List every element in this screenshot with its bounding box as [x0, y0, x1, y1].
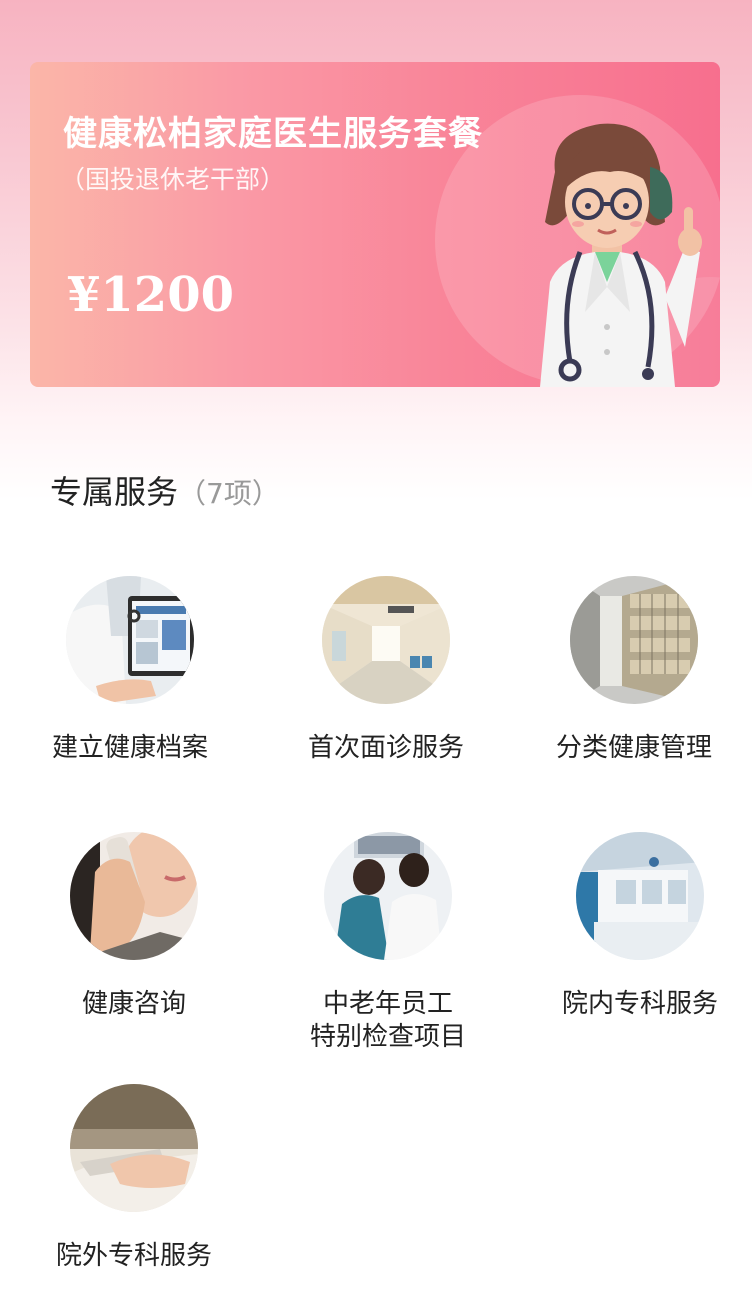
service-item-first-consultation[interactable]: 首次面诊服务: [276, 576, 496, 765]
doctors-xray-photo: [324, 832, 452, 960]
service-label: 分类健康管理: [555, 733, 712, 763]
service-label: 中老年员工 特别检查项目: [278, 988, 498, 1054]
service-label: 院外专科服务: [55, 1241, 212, 1271]
service-item-special-checkup[interactable]: 中老年员工 特别检查项目: [278, 832, 498, 1054]
service-label-line-2: 特别检查项目: [309, 1022, 466, 1052]
service-label: 健康咨询: [81, 989, 186, 1019]
phone-call-photo: [70, 832, 198, 960]
doctor-illustration: [540, 123, 702, 387]
package-title: 健康松柏家庭医生服务套餐: [63, 114, 483, 154]
records-shelves-photo: [570, 576, 698, 704]
section-count: （7项）: [178, 477, 280, 510]
smartphone-hand-photo: [70, 1084, 198, 1212]
service-item-classified-management[interactable]: 分类健康管理: [524, 576, 744, 765]
doctor-tablet-photo: [66, 576, 194, 704]
section-heading: 专属服务（7项）: [50, 467, 280, 513]
service-item-in-hospital-specialist[interactable]: 院内专科服务: [530, 832, 750, 1021]
package-subtitle: （国投退休老干部）: [60, 165, 286, 194]
service-item-external-specialist[interactable]: 院外专科服务: [24, 1084, 244, 1273]
package-price: ¥1200: [67, 267, 234, 323]
service-label-line-1: 中老年员工: [322, 989, 453, 1019]
package-banner[interactable]: 健康松柏家庭医生服务套餐 （国投退休老干部） ¥1200: [30, 62, 720, 387]
section-title: 专属服务: [50, 473, 179, 511]
hospital-reception-photo: [576, 832, 704, 960]
service-item-health-records[interactable]: 建立健康档案: [20, 576, 240, 765]
service-item-health-consultation[interactable]: 健康咨询: [24, 832, 244, 1021]
hospital-corridor-photo: [322, 576, 450, 704]
service-label: 建立健康档案: [51, 733, 208, 763]
service-label: 院内专科服务: [561, 989, 718, 1019]
service-label: 首次面诊服务: [307, 733, 464, 763]
